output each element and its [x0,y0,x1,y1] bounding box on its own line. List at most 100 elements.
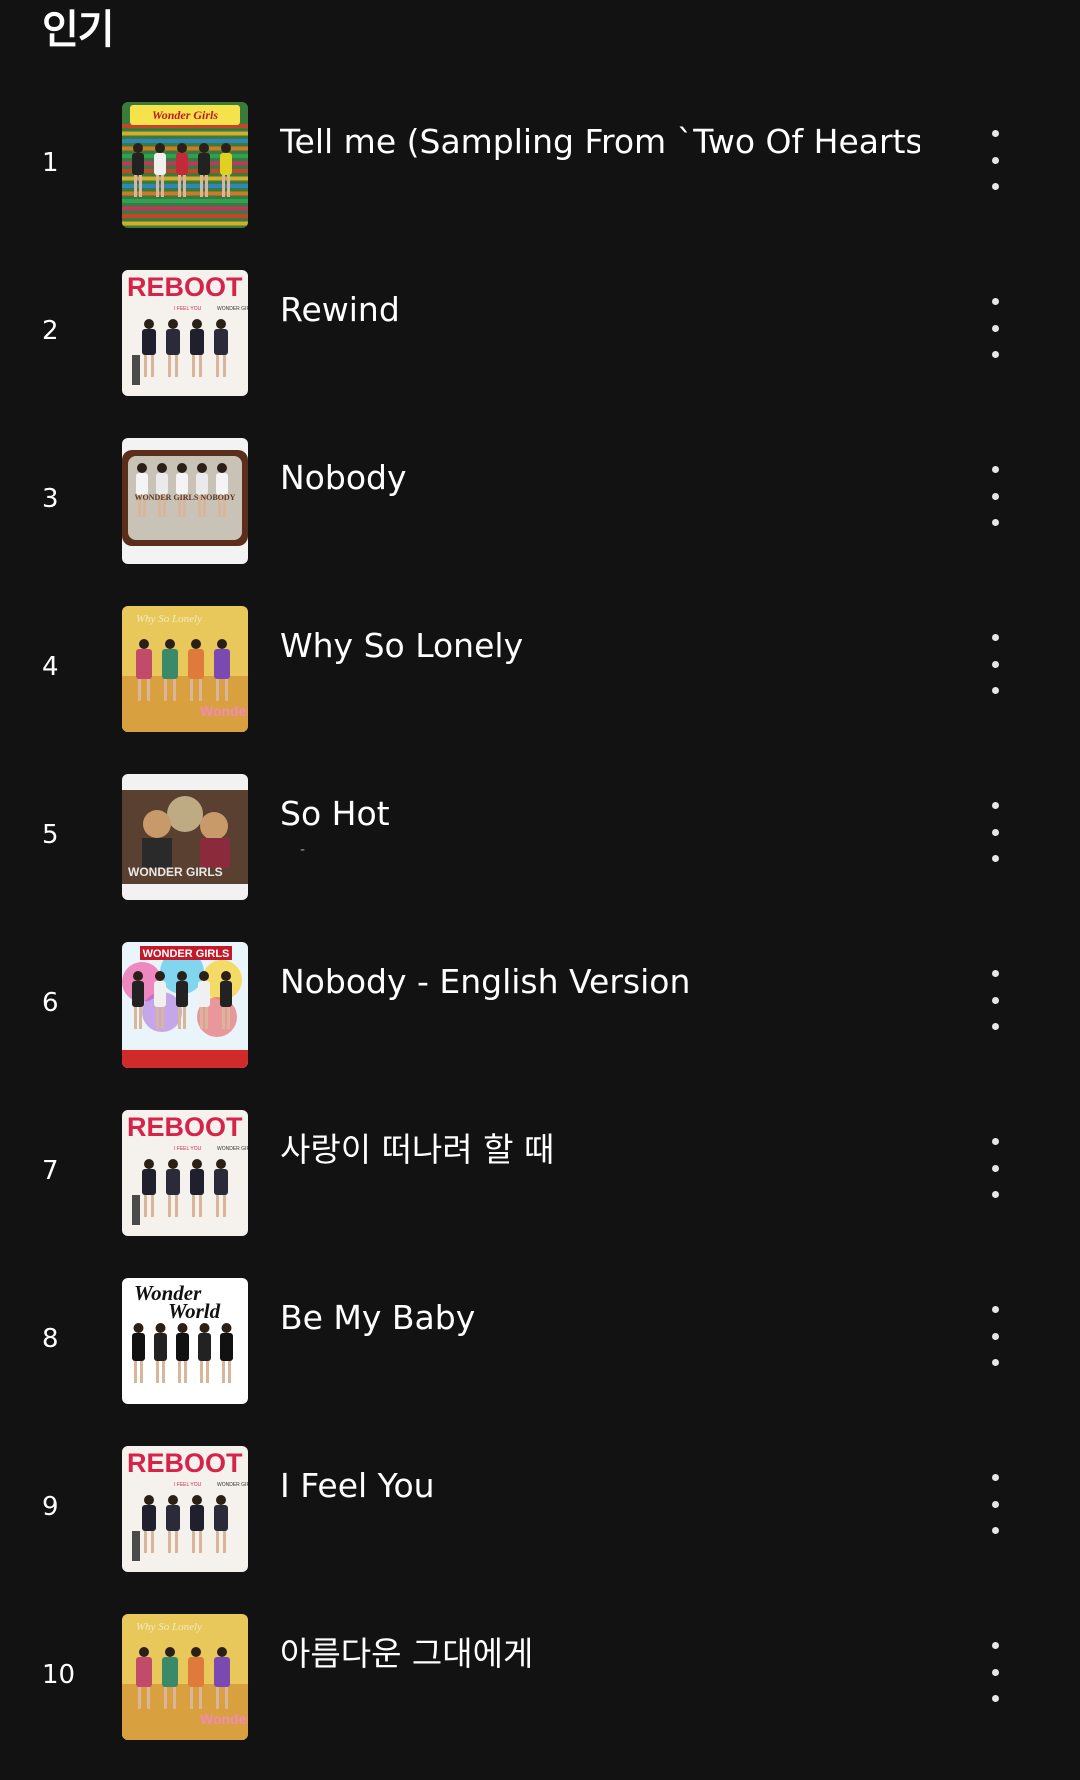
album-cover-why-so-lonely: Why So Lonely Wonder [122,1614,248,1740]
album-cover-reboot: REBOOT I FEEL YOU WONDER GIRLS [122,1110,248,1236]
svg-text:WONDER GIRLS: WONDER GIRLS [217,1482,248,1488]
svg-text:WONDER GIRLS: WONDER GIRLS [217,306,248,312]
track-rank: 4 [42,652,59,682]
more-options-button[interactable] [975,970,1015,1030]
track-title: Nobody [280,458,407,497]
svg-text:I FEEL YOU: I FEEL YOU [174,1146,202,1152]
more-vertical-icon [991,130,999,137]
svg-text:WONDER GIRLS: WONDER GIRLS [217,1146,248,1152]
more-options-button[interactable] [975,802,1015,862]
track-title: Tell me (Sampling From `Two Of Hearts`) [280,122,920,161]
track-row[interactable]: 1 Wonder Girls Tell me (Sampling From `Two… [0,100,1080,268]
svg-text:Why So Lonely: Why So Lonely [136,1621,202,1633]
more-vertical-icon [991,1138,999,1145]
track-rank: 6 [42,988,59,1018]
track-row[interactable]: 8 Wonder World Be My Baby [0,1276,1080,1444]
more-vertical-icon [991,1642,999,1649]
svg-text:Wonder: Wonder [200,1711,248,1727]
more-vertical-icon [991,1191,999,1198]
track-subtitle: - [300,842,306,858]
track-rank: 5 [42,820,59,850]
more-vertical-icon [991,1164,999,1172]
album-cover-nobody: WONDER GIRLS NOBODY [122,438,248,564]
more-vertical-icon [991,660,999,668]
track-rank: 1 [42,148,59,178]
section-title: 인기 [42,7,115,53]
track-title: So Hot [280,794,390,833]
track-title: Rewind [280,290,400,329]
track-list: 1 Wonder Girls Tell me (Sampling From `Two… [0,100,1080,1780]
track-title: 아름다운 그대에게 [280,1634,534,1673]
more-options-button[interactable] [975,1642,1015,1702]
more-vertical-icon [991,1306,999,1313]
svg-text:REBOOT: REBOOT [127,272,243,302]
more-options-button[interactable] [975,1138,1015,1198]
more-options-button[interactable] [975,466,1015,526]
track-row[interactable]: 9 REBOOT I FEEL YOU WONDER GIRLS I Feel You [0,1444,1080,1612]
track-rank: 9 [42,1492,59,1522]
album-cover-nobody-english: WONDER GIRLS [122,942,248,1068]
album-cover-tell-me: Wonder Girls [122,102,248,228]
svg-text:Why So Lonely: Why So Lonely [136,613,202,625]
more-vertical-icon [991,298,999,305]
svg-text:WONDER GIRLS: WONDER GIRLS [128,865,223,879]
svg-text:World: World [168,1299,221,1323]
more-vertical-icon [991,996,999,1004]
album-cover-why-so-lonely: Why So Lonely Wonder [122,606,248,732]
more-vertical-icon [991,466,999,473]
more-vertical-icon [991,687,999,694]
svg-text:I FEEL YOU: I FEEL YOU [174,1482,202,1488]
album-cover-reboot: REBOOT I FEEL YOU WONDER GIRLS [122,270,248,396]
more-options-button[interactable] [975,130,1015,190]
svg-text:WONDER GIRLS: WONDER GIRLS [143,948,230,960]
track-title: Be My Baby [280,1298,476,1337]
track-row[interactable]: 5 WONDER GIRLS So Hot - [0,772,1080,940]
more-options-button[interactable] [975,298,1015,358]
more-vertical-icon [991,1023,999,1030]
more-vertical-icon [991,1527,999,1534]
album-cover-so-hot: WONDER GIRLS [122,774,248,900]
album-cover-reboot: REBOOT I FEEL YOU WONDER GIRLS [122,1446,248,1572]
more-vertical-icon [991,519,999,526]
track-rank: 10 [42,1660,76,1690]
svg-text:REBOOT: REBOOT [127,1448,243,1478]
track-row[interactable]: 7 REBOOT I FEEL YOU WONDER GIRLS 사랑이 떠나려 할 때 [0,1108,1080,1276]
svg-text:Wonder: Wonder [200,703,248,719]
track-rank: 3 [42,484,59,514]
svg-text:I FEEL YOU: I FEEL YOU [174,306,202,312]
track-title: 사랑이 떠나려 할 때 [280,1130,555,1169]
track-title: Nobody - English Version [280,962,691,1001]
more-vertical-icon [991,351,999,358]
more-vertical-icon [991,802,999,809]
track-rank: 7 [42,1156,59,1186]
more-vertical-icon [991,156,999,164]
more-vertical-icon [991,1668,999,1676]
more-vertical-icon [991,183,999,190]
track-row[interactable]: 6 WONDER GIRLS Nobody - English Version [0,940,1080,1108]
more-options-button[interactable] [975,634,1015,694]
more-vertical-icon [991,855,999,862]
more-options-button[interactable] [975,1306,1015,1366]
album-cover-wonder-world: Wonder World [122,1278,248,1404]
more-vertical-icon [991,324,999,332]
svg-text:REBOOT: REBOOT [127,1112,243,1142]
track-row[interactable]: 2 REBOOT I FEEL YOU WONDER GIRLS Rewind [0,268,1080,436]
track-row[interactable]: 3 WONDER GIRLS NOBODY Nobody [0,436,1080,604]
more-vertical-icon [991,1359,999,1366]
more-vertical-icon [991,634,999,641]
more-vertical-icon [991,492,999,500]
track-row[interactable]: 4 Why So Lonely Wonder Why So Lonely [0,604,1080,772]
track-rank: 2 [42,316,59,346]
more-vertical-icon [991,1695,999,1702]
svg-text:Wonder Girls: Wonder Girls [152,108,218,122]
more-vertical-icon [991,970,999,977]
more-vertical-icon [991,1500,999,1508]
svg-text:WONDER GIRLS NOBODY: WONDER GIRLS NOBODY [135,493,236,502]
track-rank: 8 [42,1324,59,1354]
more-vertical-icon [991,828,999,836]
more-vertical-icon [991,1474,999,1481]
track-title: I Feel You [280,1466,435,1505]
more-options-button[interactable] [975,1474,1015,1534]
track-title: Why So Lonely [280,626,524,665]
more-vertical-icon [991,1332,999,1340]
